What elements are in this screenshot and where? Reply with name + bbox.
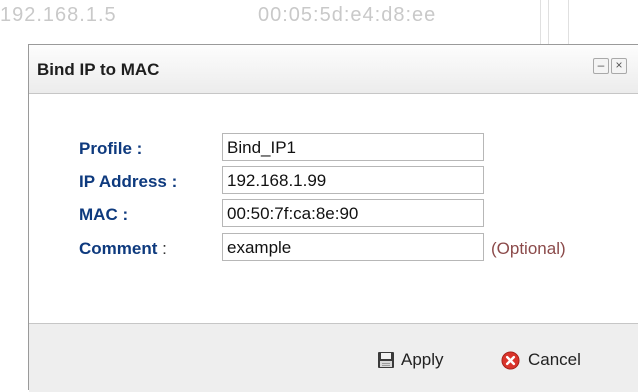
- comment-label: Comment :: [79, 239, 167, 259]
- column-divider: [548, 0, 549, 44]
- save-icon: [378, 352, 394, 368]
- comment-row: Comment : example (Optional): [29, 233, 638, 263]
- profile-row: Profile : Bind_IP1: [29, 133, 638, 163]
- cancel-icon: [501, 350, 520, 370]
- cancel-label: Cancel: [528, 350, 581, 369]
- bind-ip-to-mac-dialog: Bind IP to MAC – × Profile : Bind_IP1 IP…: [28, 44, 638, 392]
- dialog-titlebar[interactable]: Bind IP to MAC – ×: [29, 45, 638, 94]
- profile-input[interactable]: Bind_IP1: [222, 133, 484, 161]
- column-divider: [540, 0, 541, 44]
- ip-address-input[interactable]: 192.168.1.99: [222, 166, 484, 194]
- dialog-title: Bind IP to MAC: [37, 60, 160, 79]
- comment-input[interactable]: example: [222, 233, 484, 261]
- optional-hint: (Optional): [491, 239, 566, 258]
- dialog-footer: Apply Cancel: [29, 323, 638, 392]
- ip-address-row: IP Address : 192.168.1.99: [29, 166, 638, 196]
- comment-label-text: Comment: [79, 239, 158, 258]
- background-ip: 192.168.1.5: [0, 4, 117, 26]
- column-divider: [568, 0, 569, 44]
- mac-input[interactable]: 00:50:7f:ca:8e:90: [222, 199, 484, 227]
- background-mac: 00:05:5d:e4:d8:ee: [258, 4, 437, 26]
- ip-address-label: IP Address :: [79, 172, 178, 191]
- mac-row: MAC : 00:50:7f:ca:8e:90: [29, 199, 638, 229]
- background-table-row: 192.168.1.5 00:05:5d:e4:d8:ee: [0, 0, 638, 44]
- mac-label: MAC :: [79, 205, 129, 224]
- apply-label: Apply: [401, 350, 444, 369]
- comment-label-colon: :: [157, 239, 167, 258]
- cancel-button[interactable]: Cancel: [501, 348, 581, 372]
- minimize-icon[interactable]: –: [593, 58, 609, 74]
- profile-label: Profile :: [79, 139, 143, 158]
- bind-form: Profile : Bind_IP1 IP Address : 192.168.…: [29, 93, 638, 323]
- apply-button[interactable]: Apply: [377, 348, 444, 372]
- close-icon[interactable]: ×: [611, 58, 627, 74]
